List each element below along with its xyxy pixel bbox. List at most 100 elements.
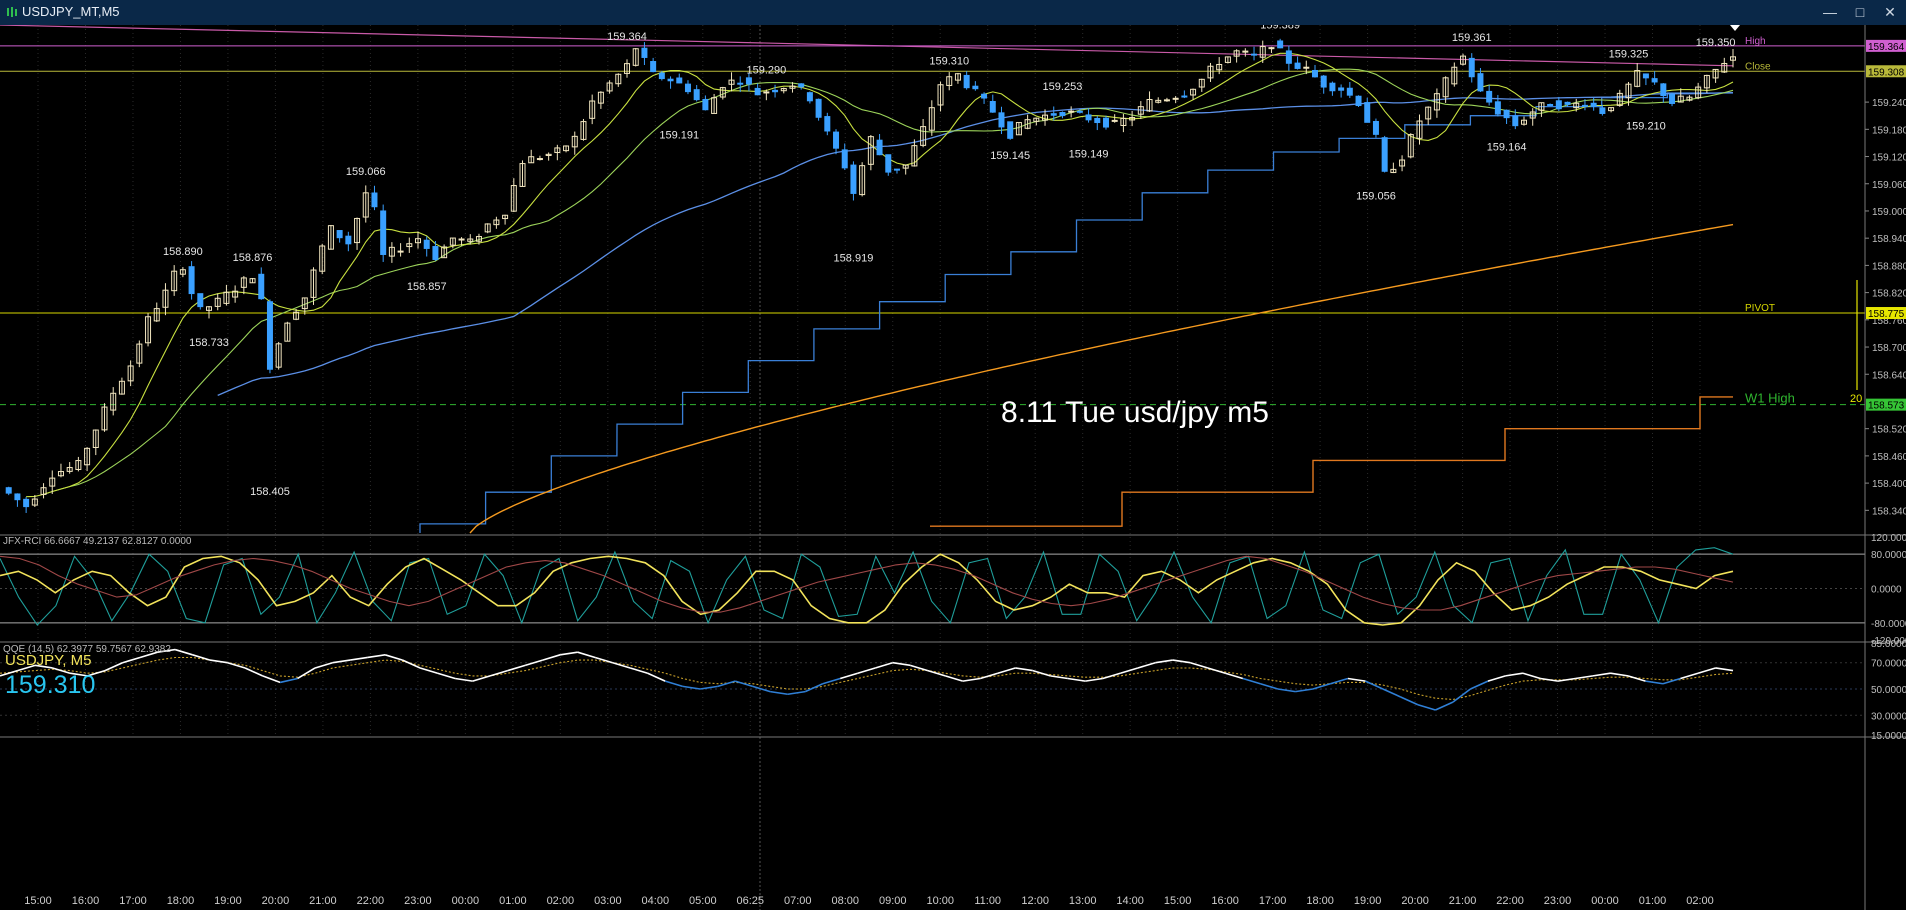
candle-body — [763, 91, 770, 94]
candle-body — [876, 139, 883, 156]
close-button[interactable]: ✕ — [1876, 2, 1904, 22]
candle-body — [693, 89, 700, 101]
price-badge-text: 158.573 — [1868, 401, 1905, 412]
x-tick-label: 22:00 — [357, 895, 385, 907]
maximize-button[interactable]: □ — [1846, 2, 1874, 22]
y-tick-label: 159.000 — [1872, 207, 1906, 218]
x-tick-label: 20:00 — [262, 895, 290, 907]
candle-body — [1555, 100, 1562, 110]
y-tick-label: 158.700 — [1872, 343, 1906, 354]
candle-body — [1007, 121, 1014, 139]
candle-body — [458, 238, 465, 241]
candle-body — [1094, 117, 1101, 124]
price-badge-text: 158.775 — [1868, 309, 1905, 320]
x-tick-label: 21:00 — [309, 895, 337, 907]
candle-body — [1320, 75, 1327, 88]
qqe-tick-label: 50.0000 — [1871, 685, 1906, 696]
candle-body — [1277, 40, 1284, 49]
y-tick-label: 158.340 — [1872, 506, 1906, 517]
candle-body — [1050, 113, 1057, 116]
candle-body — [1486, 90, 1493, 103]
x-tick-label: 12:00 — [1021, 895, 1049, 907]
candle-body — [658, 72, 665, 80]
candle-body — [972, 85, 979, 90]
candle-body — [266, 301, 273, 370]
candle-body — [841, 149, 848, 169]
candle-body — [1651, 78, 1658, 83]
candle-body — [1581, 104, 1588, 107]
y-tick-label: 158.820 — [1872, 289, 1906, 300]
price-data-label: 159.066 — [346, 166, 386, 178]
level-label: W1 High — [1745, 391, 1795, 406]
candle-body — [432, 246, 439, 260]
x-tick-label: 19:00 — [1354, 895, 1382, 907]
minimize-button[interactable]: — — [1816, 2, 1844, 22]
price-data-label: 159.325 — [1609, 49, 1649, 61]
x-tick-label: 16:00 — [72, 895, 100, 907]
x-tick-label: 02:00 — [1686, 895, 1714, 907]
qqe-tick-label: 30.0000 — [1871, 711, 1906, 722]
x-tick-label: 17:00 — [119, 895, 147, 907]
candle-body — [1294, 62, 1301, 69]
candle-body — [1547, 103, 1554, 106]
candle-body — [989, 101, 996, 113]
candle-body — [1669, 93, 1676, 104]
x-tick-label: 17:00 — [1259, 895, 1287, 907]
y-tick-label: 159.240 — [1872, 98, 1906, 109]
y-tick-label: 159.060 — [1872, 180, 1906, 191]
price-badge-text: 159.364 — [1868, 42, 1905, 53]
x-tick-label: 19:00 — [214, 895, 242, 907]
x-tick-label: 23:00 — [1544, 895, 1572, 907]
price-data-label: 159.149 — [1069, 148, 1109, 160]
candle-body — [833, 131, 840, 149]
candle-body — [258, 273, 265, 300]
price-data-label: 159.361 — [1452, 32, 1492, 44]
candle-body — [1076, 110, 1083, 113]
candle-body — [850, 164, 857, 194]
candle-body — [1512, 115, 1519, 127]
x-tick-label: 06:25 — [737, 895, 765, 907]
candle-body — [1642, 73, 1649, 79]
rci-tick-label: -80.0000 — [1871, 619, 1906, 630]
x-tick-label: 07:00 — [784, 895, 812, 907]
x-tick-label: 04:00 — [642, 895, 670, 907]
y-tick-label: 158.520 — [1872, 425, 1906, 436]
candle-body — [188, 266, 195, 295]
candle-body — [5, 487, 12, 494]
y-tick-label: 158.460 — [1872, 452, 1906, 463]
candle-body — [1085, 114, 1092, 121]
candle-body — [806, 92, 813, 102]
x-tick-label: 22:00 — [1496, 895, 1524, 907]
title-bar: USDJPY_MT,M5 — □ ✕ — [0, 0, 1906, 26]
candle-body — [1268, 47, 1275, 50]
candle-body — [1311, 69, 1318, 78]
price-data-label: 159.210 — [1626, 121, 1666, 133]
candle-body — [1303, 66, 1310, 69]
x-tick-label: 11:00 — [974, 895, 1001, 907]
price-data-label: 158.405 — [250, 486, 290, 498]
x-tick-label: 09:00 — [879, 895, 907, 907]
candle-body — [641, 47, 648, 58]
x-tick-label: 00:00 — [452, 895, 480, 907]
candle-body — [1364, 102, 1371, 123]
price-data-label: 158.890 — [163, 246, 203, 258]
candle-body — [1242, 50, 1249, 53]
price-data-label: 159.191 — [659, 129, 699, 141]
candle-body — [1660, 83, 1667, 97]
maximize-icon: □ — [1855, 4, 1865, 20]
y-tick-label: 158.400 — [1872, 479, 1906, 490]
price-data-label: 158.919 — [834, 253, 874, 265]
candle-body — [754, 87, 761, 96]
chart-annotation: 8.11 Tue usd/jpy m5 — [1001, 396, 1269, 429]
chart-area[interactable]: High Close PIVOT W1 High 159.364 159.290 159.3… — [0, 25, 1906, 910]
y-tick-label: 159.120 — [1872, 153, 1906, 164]
candle-body — [397, 250, 404, 253]
x-tick-label: 05:00 — [689, 895, 717, 907]
candle-body — [745, 77, 752, 85]
chart-window-icon — [7, 7, 17, 17]
candle-body — [1355, 95, 1362, 107]
x-tick-label: 10:00 — [926, 895, 954, 907]
symbol-overlay: USDJPY, M5 — [5, 652, 91, 669]
x-tick-label: 21:00 — [1449, 895, 1477, 907]
x-tick-label: 13:00 — [1069, 895, 1097, 907]
